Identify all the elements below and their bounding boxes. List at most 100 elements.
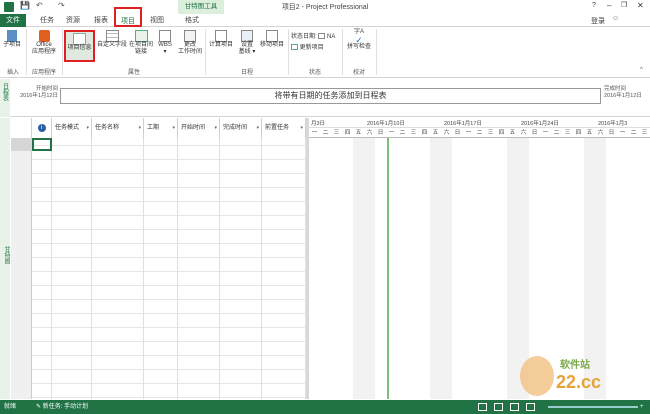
day-label: 四 <box>344 130 351 136</box>
office-label: Office <box>36 42 52 48</box>
day-label: 一 <box>465 130 472 136</box>
status-date-label: 状态日期: <box>291 34 317 40</box>
subproject-button[interactable]: 子项目 <box>2 30 22 49</box>
timeline-end-label: 完成时间 <box>604 86 627 92</box>
group-label-proofing: 校对 <box>352 70 365 76</box>
change-time-label: 更改 <box>183 42 196 48</box>
update-project-label: 更新项目 <box>299 45 324 51</box>
day-label: 二 <box>476 130 483 136</box>
gantt-side-label: 甘特图 <box>3 246 9 264</box>
calculator-icon <box>215 30 227 42</box>
ribbon: 子项目 插入 Office 应用程序 应用程序 项目信息 自定义字段 在项目间 … <box>0 27 650 78</box>
tab-view[interactable]: 视图 <box>146 14 168 27</box>
day-label: 三 <box>487 130 494 136</box>
timeline-end-date: 2016年1月12日 <box>604 93 642 99</box>
info-icon: i <box>37 124 46 132</box>
tab-task[interactable]: 任务 <box>36 14 58 27</box>
day-label: 四 <box>498 130 505 136</box>
timeline-end: 完成时间 2016年1月12日 <box>604 86 648 100</box>
title-bar: 💾 ↶ ↷ 甘特图工具 项目2 - Project Professional ?… <box>0 0 650 14</box>
office-icon <box>38 30 50 42</box>
group-label-properties: 属性 <box>127 70 140 76</box>
day-label: 六 <box>443 130 450 136</box>
tab-resource[interactable]: 资源 <box>62 14 84 27</box>
column-task-name[interactable]: 任务名称 ▾ <box>92 118 144 138</box>
row-header-column <box>11 138 32 399</box>
column-predecessors[interactable]: 前置任务 ▾ <box>262 118 306 138</box>
account-icon[interactable]: ☺ <box>612 15 619 22</box>
timescale: 月3日 2016年1月10日 2016年1月17日 2016年1月24日 201… <box>309 118 650 138</box>
timeline-start: 开始时间 2016年1月12日 <box>16 86 58 100</box>
office-label-2: 应用程序 <box>31 49 56 55</box>
restore-button[interactable]: ❐ <box>621 1 627 9</box>
timeline-bar[interactable]: 将带有日期的任务添加到日程表 <box>60 88 601 104</box>
watermark: 软件站 22.cc <box>520 352 645 398</box>
day-label: 日 <box>608 130 615 136</box>
column-finish[interactable]: 完成时间 ▾ <box>220 118 262 138</box>
tab-format[interactable]: 格式 <box>178 14 206 27</box>
resource-sheet-icon[interactable] <box>526 403 535 411</box>
update-project-button[interactable]: 更新项目 <box>291 42 324 51</box>
spelling-label: 拼写检查 <box>346 44 371 50</box>
day-label: 二 <box>630 130 637 136</box>
group-label-insert: 插入 <box>6 70 19 76</box>
collapse-ribbon-icon[interactable]: ^ <box>640 67 643 73</box>
column-task-mode-label: 任务模式 <box>55 125 80 131</box>
minimize-button[interactable]: – <box>607 1 611 10</box>
team-planner-icon[interactable] <box>510 403 519 411</box>
group-label-apps: 应用程序 <box>31 70 56 76</box>
day-label: 二 <box>322 130 329 136</box>
project-info-button[interactable]: 项目信息 <box>64 30 95 62</box>
day-label: 五 <box>355 130 362 136</box>
zoom-in-icon[interactable]: + <box>640 400 644 414</box>
close-button[interactable]: ✕ <box>637 1 644 10</box>
column-duration[interactable]: 工期 ▾ <box>144 118 178 138</box>
baseline-icon <box>241 30 253 42</box>
active-row-header[interactable] <box>11 138 32 151</box>
links-between-projects-button[interactable]: 在项目间 链接 <box>127 30 155 56</box>
help-icon[interactable]: ? <box>592 2 596 9</box>
selected-cell[interactable] <box>32 138 52 151</box>
move-project-button[interactable]: 移动项目 <box>258 30 286 49</box>
wbs-button[interactable]: WBS ▾ <box>156 30 174 56</box>
window-title: 项目2 - Project Professional <box>281 4 369 11</box>
column-task-mode[interactable]: 任务模式 ▾ <box>52 118 92 138</box>
select-all-cell[interactable] <box>11 118 32 138</box>
status-bar: 就绪 ✎ 新任务: 手动计划 + <box>0 400 650 414</box>
links-icon <box>134 30 148 42</box>
watermark-mascot-icon <box>520 356 554 396</box>
tab-project[interactable]: 项目 <box>114 7 142 27</box>
sign-in-link[interactable]: 登录 <box>591 16 605 26</box>
status-date-control[interactable]: 状态日期: NA <box>291 31 335 40</box>
watermark-domain: 22.cc <box>556 372 602 392</box>
status-ready: 就绪 <box>4 404 17 410</box>
day-label: 一 <box>388 130 395 136</box>
change-working-time-button[interactable]: 更改 工作时间 <box>176 30 204 56</box>
tab-file[interactable]: 文件 <box>0 14 26 27</box>
day-label: 五 <box>586 130 593 136</box>
group-label-status: 状态 <box>308 70 321 76</box>
column-start[interactable]: 开始时间 ▾ <box>178 118 220 138</box>
gantt-view-icon[interactable] <box>478 403 487 411</box>
zoom-slider[interactable] <box>548 406 638 408</box>
timeline-side-label: 日程表 <box>1 83 8 101</box>
week-label-2: 2016年1月10日 <box>367 121 405 127</box>
spelling-button[interactable]: 字A ✓ 拼写检查 <box>344 29 374 51</box>
baseline-label-2: 基线 <box>238 49 251 55</box>
update-project-icon <box>291 44 298 51</box>
task-usage-icon[interactable] <box>494 403 503 411</box>
tab-report[interactable]: 报表 <box>90 14 112 27</box>
day-label: 六 <box>366 130 373 136</box>
column-task-name-label: 任务名称 <box>95 125 120 131</box>
new-task-mode[interactable]: ✎ 新任务: 手动计划 <box>36 400 88 414</box>
office-apps-button[interactable]: Office 应用程序 <box>30 30 58 56</box>
custom-fields-button[interactable]: 自定义字段 <box>96 30 128 49</box>
indicators-column[interactable]: i <box>32 118 52 138</box>
checkmark-icon: ✓ <box>355 35 363 45</box>
day-label: 三 <box>333 130 340 136</box>
column-start-label: 开始时间 <box>181 125 206 131</box>
project-info-label: 项目信息 <box>67 45 92 51</box>
timeline-start-date: 2016年1月12日 <box>20 93 58 99</box>
calculate-project-button[interactable]: 计算项目 <box>208 30 234 49</box>
set-baseline-button[interactable]: 设置 基线 ▾ <box>236 30 258 56</box>
